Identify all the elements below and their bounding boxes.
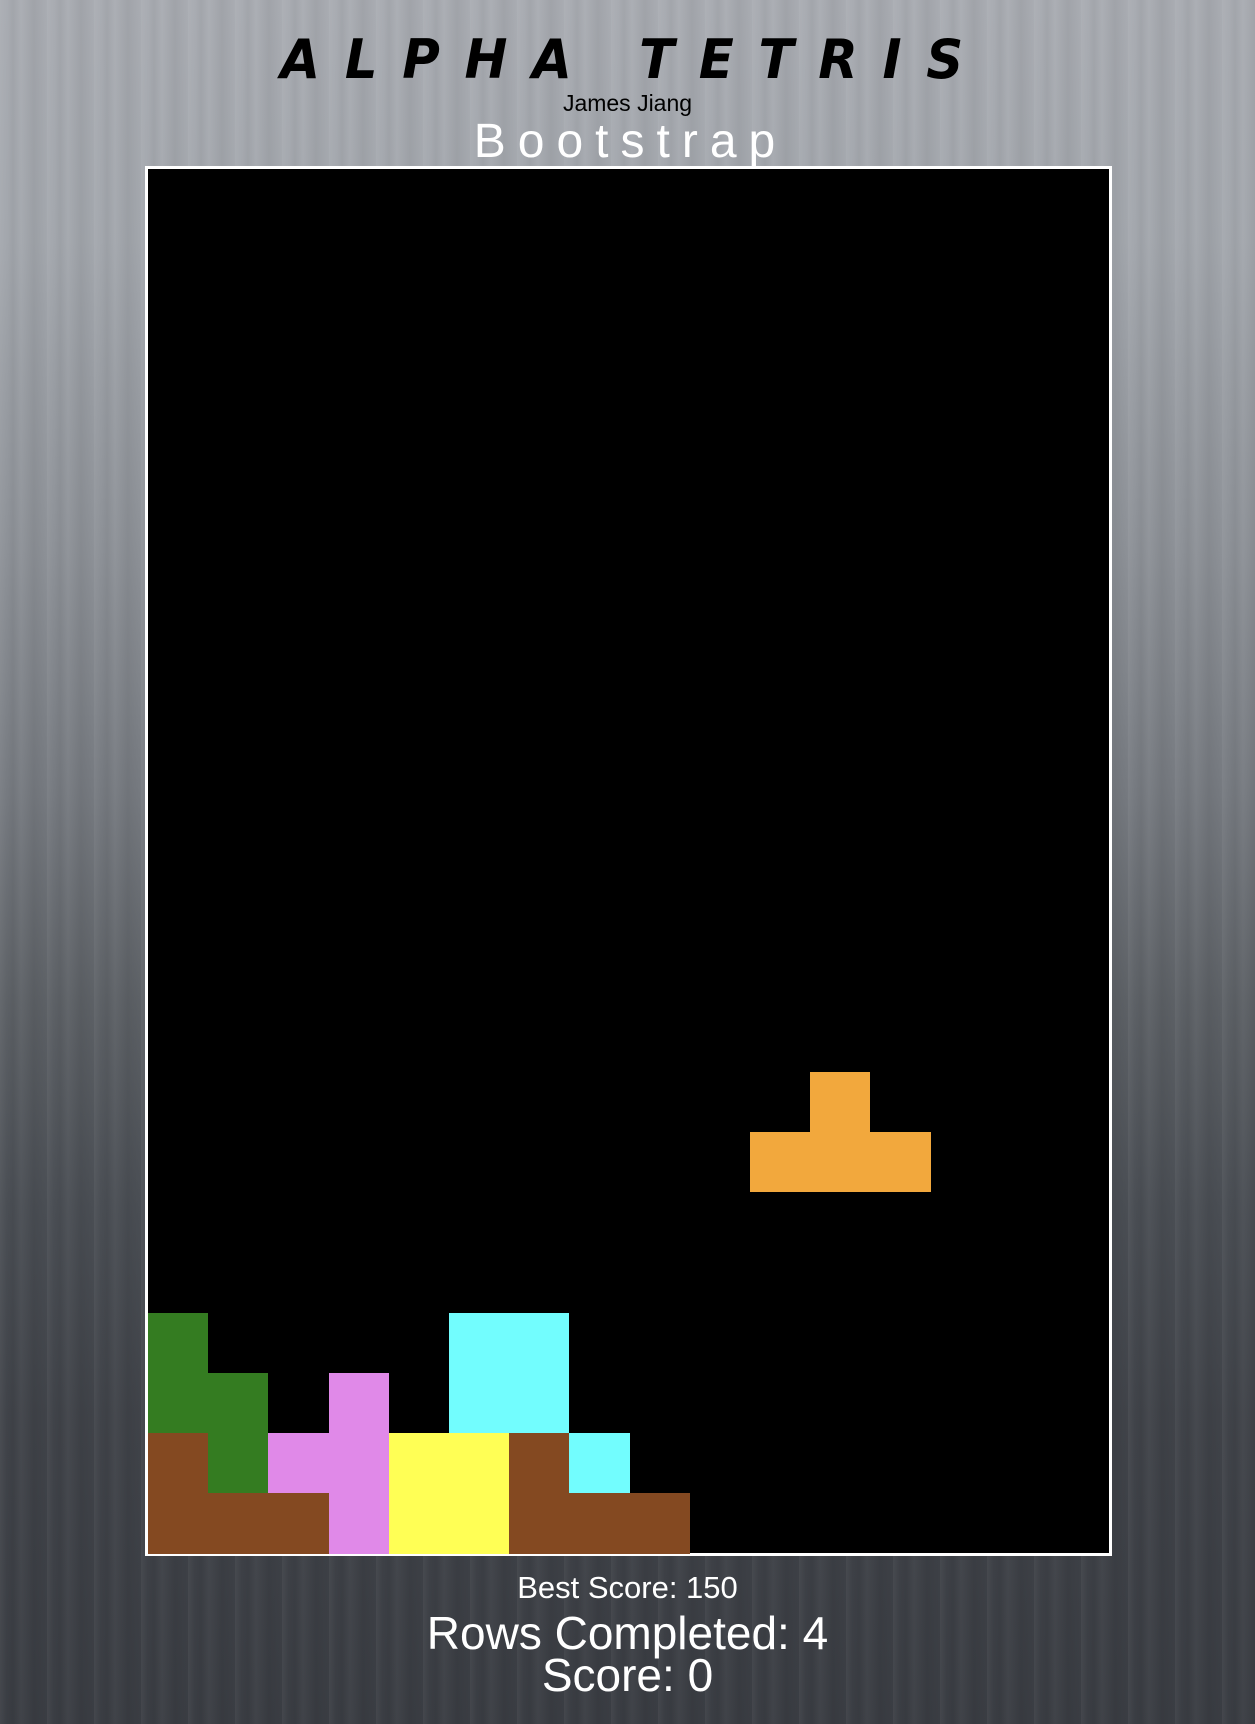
best-score: Best Score: 150 (517, 1570, 738, 1605)
locked-block (449, 1313, 509, 1373)
locked-block (148, 1313, 208, 1373)
game-title: ALPHA TETRIS (280, 28, 988, 91)
author-name: James Jiang (562, 90, 693, 116)
locked-block (630, 1493, 690, 1554)
current-score: Score: 0 (541, 1649, 714, 1701)
locked-block (268, 1493, 329, 1554)
locked-block (148, 1433, 208, 1493)
locked-block (268, 1433, 329, 1493)
locked-block (329, 1373, 389, 1433)
locked-block (449, 1433, 509, 1493)
locked-block (509, 1493, 569, 1554)
locked-block (208, 1433, 268, 1493)
locked-block (148, 1493, 208, 1554)
mode-subtitle: Bootstrap (473, 115, 788, 168)
game-board[interactable] (145, 166, 1112, 1556)
locked-block (329, 1493, 389, 1554)
locked-block (509, 1433, 569, 1493)
locked-block (509, 1373, 569, 1433)
falling-piece-block (750, 1132, 810, 1192)
falling-piece-block (870, 1132, 931, 1192)
falling-piece-block (810, 1072, 870, 1132)
locked-block (389, 1433, 449, 1493)
locked-block (449, 1373, 509, 1433)
locked-block (509, 1313, 569, 1373)
locked-block (389, 1493, 449, 1554)
locked-block (569, 1493, 630, 1554)
locked-block (569, 1433, 630, 1493)
locked-block (329, 1433, 389, 1493)
locked-block (208, 1493, 268, 1554)
locked-block (148, 1373, 208, 1433)
locked-block (208, 1373, 268, 1433)
falling-piece-block (810, 1132, 870, 1192)
locked-block (449, 1493, 509, 1554)
